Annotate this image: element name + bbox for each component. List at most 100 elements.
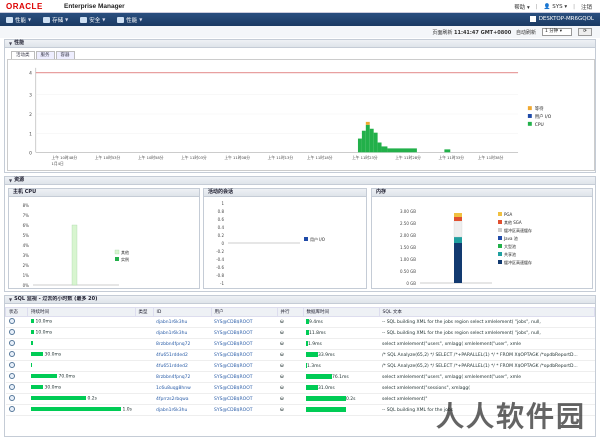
svg-text:其他 SGA: 其他 SGA bbox=[504, 219, 522, 225]
completed-status-icon bbox=[8, 384, 15, 390]
ytick: 3 bbox=[29, 92, 32, 98]
tab-containers[interactable]: 容器 bbox=[55, 51, 75, 59]
svg-text:0.50 GB: 0.50 GB bbox=[400, 269, 416, 274]
parallel-icon: ⛁ bbox=[280, 330, 284, 336]
menu-performance[interactable]: 性能 ▼ bbox=[6, 16, 31, 24]
completed-status-icon bbox=[8, 406, 15, 412]
tab-activity-class[interactable]: 活动类 bbox=[11, 51, 35, 59]
completed-status-icon bbox=[8, 395, 15, 401]
svg-text:共享池: 共享池 bbox=[504, 251, 516, 257]
collapse-icon[interactable]: ▼ bbox=[9, 177, 12, 184]
svg-text:1月4日: 1月4日 bbox=[52, 161, 64, 166]
refresh-bar: 页面刷新 11:41:47 GMT+0800 自动刷新 1 分钟 ▾ ⟳ bbox=[0, 26, 600, 38]
memory-panel: 内存 3.00 GB 2.50 GB 2.00 GB 1.50 GB 1.00 … bbox=[371, 188, 593, 289]
svg-text:-0.2: -0.2 bbox=[216, 249, 224, 254]
completed-status-icon bbox=[8, 373, 15, 379]
refresh-button[interactable]: ⟳ bbox=[578, 27, 592, 36]
collapse-icon[interactable]: ▼ bbox=[9, 296, 12, 303]
parallel-icon: ⛁ bbox=[280, 374, 284, 380]
activity-spike bbox=[357, 121, 451, 153]
completed-status-icon bbox=[8, 362, 15, 368]
table-row[interactable]: 8rzbbn4fpnq72 SYS@CDB$ROOT ⛁ 1.9ms selec… bbox=[5, 338, 595, 350]
sql-id-link: 8rzbbn4fpnq72 bbox=[156, 341, 191, 347]
memory-stacked-bar bbox=[453, 213, 463, 283]
svg-text:用户 I/O: 用户 I/O bbox=[310, 236, 325, 242]
active-sessions-panel: 活动的会话 1 0.8 0.6 0.4 0.2 0 -0.2 -0.4 -0.6… bbox=[203, 188, 367, 289]
svg-text:-0.4: -0.4 bbox=[216, 257, 224, 262]
table-row[interactable]: 70.0ms 8rzbbn4fpnq72 SYS@CDB$ROOT ⛁ 76.1… bbox=[5, 371, 595, 383]
svg-text:1%: 1% bbox=[23, 273, 30, 278]
refresh-interval-select[interactable]: 1 分钟 ▾ bbox=[542, 27, 572, 36]
security-icon bbox=[80, 16, 88, 23]
legend-cpu: CPU bbox=[535, 122, 544, 128]
sql-title: SQL 监视 - 过去的小时数 (最多 20) bbox=[14, 296, 98, 302]
legend-user-io: 用户 I/O bbox=[535, 113, 552, 120]
sql-id-link: djabn1r6k3hu bbox=[156, 319, 188, 325]
menu-storage[interactable]: 存储 ▼ bbox=[43, 16, 68, 24]
completed-status-icon bbox=[8, 329, 15, 335]
help-menu[interactable]: 帮助 ▾ bbox=[514, 3, 530, 11]
svg-text:1: 1 bbox=[221, 201, 224, 206]
performance-icon bbox=[6, 16, 13, 23]
svg-text:上午 11时03分: 上午 11时03分 bbox=[181, 155, 207, 160]
parallel-icon: ⛁ bbox=[280, 319, 284, 325]
menu-security[interactable]: 安全 ▼ bbox=[80, 16, 105, 24]
svg-text:7%: 7% bbox=[23, 213, 30, 218]
sql-id-link: 1c6u8uqg8hnw bbox=[156, 385, 191, 391]
svg-text:6%: 6% bbox=[23, 223, 30, 228]
menu-perf-2[interactable]: 性能 ▼ bbox=[117, 16, 142, 24]
svg-text:PGA: PGA bbox=[504, 212, 513, 217]
svg-text:上午 11时38分: 上午 11时38分 bbox=[478, 155, 504, 160]
svg-text:0 GB: 0 GB bbox=[406, 281, 416, 286]
svg-text:2.00 GB: 2.00 GB bbox=[400, 233, 416, 238]
sql-id-link: 8rzbbn4fpnq72 bbox=[156, 374, 191, 380]
host-cpu-panel: 主机 CPU 8% 7% 6% 5% 4% 3% 2% 1% 0% 其他 实例 bbox=[8, 188, 200, 289]
oracle-logo: ORACLE bbox=[6, 2, 43, 11]
svg-text:2%: 2% bbox=[23, 263, 30, 268]
active-sessions-chart: 1 0.8 0.6 0.4 0.2 0 -0.2 -0.4 -0.6 -0.8 … bbox=[216, 201, 325, 286]
svg-text:上午 11时23分: 上午 11时23分 bbox=[352, 155, 378, 160]
logout-link[interactable]: 注销 bbox=[581, 3, 592, 11]
sql-id-link: djabn1r6k3hu bbox=[156, 330, 188, 336]
svg-text:1.00 GB: 1.00 GB bbox=[400, 257, 416, 262]
svg-text:0: 0 bbox=[221, 241, 224, 246]
svg-text:3%: 3% bbox=[23, 253, 30, 258]
sql-id-link: 4fprrzs2rbqwa bbox=[156, 396, 189, 402]
svg-text:8%: 8% bbox=[23, 203, 30, 208]
ytick: 0 bbox=[29, 150, 32, 156]
legend-wait: 等待 bbox=[535, 105, 544, 112]
ytick: 1 bbox=[29, 132, 32, 138]
svg-text:其他: 其他 bbox=[121, 249, 129, 255]
svg-text:-1: -1 bbox=[220, 281, 224, 286]
table-row[interactable]: 10.0ms djabn1r6k3hu SYS@CDB$ROOT ⛁ 11.8m… bbox=[5, 327, 595, 339]
chart-icon bbox=[117, 16, 125, 23]
ytick: 2 bbox=[29, 112, 32, 118]
parallel-icon: ⛁ bbox=[280, 352, 284, 358]
parallel-icon: ⛁ bbox=[280, 363, 284, 369]
svg-text:大型池: 大型池 bbox=[504, 243, 516, 249]
svg-text:实例: 实例 bbox=[121, 256, 129, 262]
svg-text:缓冲区高速缓存: 缓冲区高速缓存 bbox=[504, 259, 532, 265]
svg-text:上午 11时13分: 上午 11时13分 bbox=[268, 155, 294, 160]
parallel-icon: ⛁ bbox=[280, 407, 284, 413]
performance-panel: ▼ 性能 活动类 服务 容器 4 3 2 1 0 上午 10时48分 1月4日 … bbox=[4, 39, 596, 173]
performance-title: 性能 bbox=[14, 40, 25, 46]
ytick: 4 bbox=[29, 71, 32, 77]
table-row[interactable]: 30.0ms 1c6u8uqg8hnw SYS@CDB$ROOT ⛁ 31.0m… bbox=[5, 382, 595, 394]
svg-text:2.50 GB: 2.50 GB bbox=[400, 221, 416, 226]
svg-text:0.8: 0.8 bbox=[218, 209, 225, 214]
brand-bar: ORACLE Enterprise Manager 帮助 ▾ | 👤 SYS ▾… bbox=[0, 0, 600, 13]
table-row[interactable]: 4fu651rdded2 SYS@CDB$ROOT ⛁ 1.3ms /* SQL… bbox=[5, 360, 595, 372]
table-row[interactable]: 30.0ms 4fu651rdded2 SYS@CDB$ROOT ⛁ 33.9m… bbox=[5, 349, 595, 361]
svg-text:上午 10时53分: 上午 10时53分 bbox=[95, 155, 121, 160]
svg-text:上午 10时58分: 上午 10时58分 bbox=[138, 155, 164, 160]
user-menu[interactable]: 👤 SYS ▾ bbox=[544, 4, 567, 10]
table-row[interactable]: 10.0ms djabn1r6k3hu SYS@CDB$ROOT ⛁ 9.4ms… bbox=[5, 316, 595, 328]
collapse-icon[interactable]: ▼ bbox=[9, 40, 12, 47]
main-menu: 性能 ▼ 存储 ▼ 安全 ▼ 性能 ▼ DESKTOP-MR6GQOL bbox=[0, 13, 600, 26]
parallel-icon: ⛁ bbox=[280, 396, 284, 402]
completed-status-icon bbox=[8, 351, 15, 357]
svg-text:4%: 4% bbox=[23, 243, 30, 248]
svg-text:5%: 5% bbox=[23, 233, 30, 238]
tab-services[interactable]: 服务 bbox=[35, 51, 55, 59]
